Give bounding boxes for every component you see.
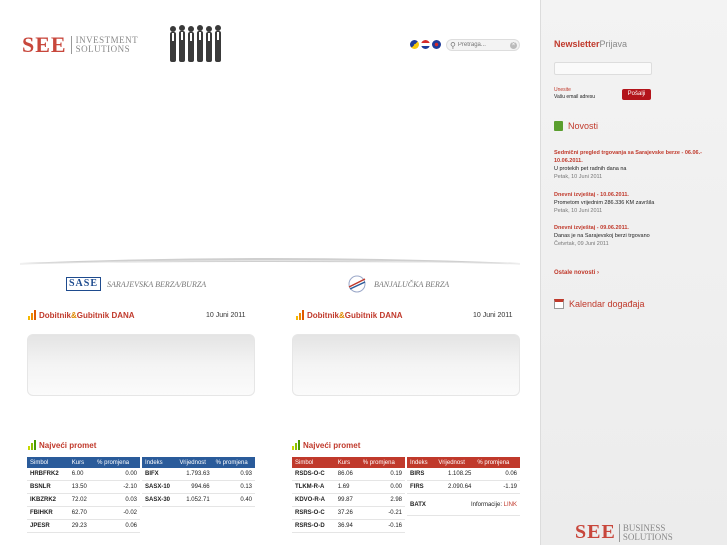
- logo-mark: SEE: [22, 32, 67, 57]
- calendar-icon: [554, 299, 564, 309]
- column-header[interactable]: % promjena: [474, 457, 520, 468]
- batx-link[interactable]: LINK: [504, 502, 517, 508]
- footer-logo-text: BUSINESS SOLUTIONS: [618, 523, 673, 542]
- newsletter-title: NewsletterPrijava: [554, 39, 628, 49]
- table-row[interactable]: TLKM-R-A 1.69 0.00: [292, 480, 405, 494]
- flag-bosnia-icon[interactable]: [410, 40, 419, 49]
- sa-stocks-table: Simbol Kurs % promjena HRBFRK2 6.00 0.00 B…: [27, 457, 140, 533]
- table-row[interactable]: HRBFRK2 6.00 0.00: [27, 468, 140, 481]
- sase-mark: SASE: [66, 277, 102, 291]
- newsletter-input-label: Unesite Vašu email adresu: [554, 87, 596, 100]
- news-book-icon: [554, 121, 563, 131]
- news-title: Novosti: [554, 121, 598, 131]
- team-photo: [170, 25, 221, 62]
- sa-indices-table: Indeks Vrijednost % promjena BIFX 1.793.6…: [142, 457, 255, 507]
- blse-logo[interactable]: BANJALUČKA BERZA: [346, 274, 449, 294]
- sase-name: SARAJEVSKA BERZA/BURZA: [107, 279, 207, 289]
- blse-name: BANJALUČKA BERZA: [374, 279, 450, 289]
- table-row[interactable]: SASX-30 1.052.71 0.40: [142, 493, 255, 507]
- table-row[interactable]: SASX-10 994.66 0.13: [142, 480, 255, 494]
- column-header[interactable]: Simbol: [27, 457, 69, 468]
- table-row[interactable]: RSDS-O-C 86.06 0.19: [292, 468, 405, 481]
- table-row[interactable]: BSNLR 13.50 -2.10: [27, 480, 140, 494]
- main-content: SEE INVESTMENT SOLUTIONS ⚲ ×: [0, 0, 540, 545]
- bl-indices-table: Indeks Vrijednost % promjena BIRS 1.108.2…: [407, 457, 520, 516]
- table-row[interactable]: BIFX 1.793.63 0.93: [142, 468, 255, 481]
- bl-winners-title: Dobitnik & Gubitnik DANA: [296, 310, 403, 320]
- column-header[interactable]: Indeks: [142, 457, 177, 468]
- bl-winners-box: [292, 334, 520, 396]
- newsletter-submit-button[interactable]: Pošalji: [622, 89, 651, 100]
- table-row[interactable]: BIRS 1.108.25 0.06: [407, 468, 520, 481]
- search-input[interactable]: [455, 42, 508, 48]
- batx-label[interactable]: BATX: [407, 493, 436, 516]
- site-logo[interactable]: SEE INVESTMENT SOLUTIONS: [22, 32, 138, 58]
- blse-mark-icon: [348, 275, 366, 293]
- sa-winners-box: [27, 334, 255, 396]
- flag-uk-icon[interactable]: [432, 40, 441, 49]
- bar-chart-icon: [28, 310, 36, 320]
- newsletter-email-input[interactable]: [554, 62, 652, 75]
- column-header[interactable]: Kurs: [68, 457, 95, 468]
- batx-info: Informacije: LINK: [435, 493, 520, 516]
- language-switcher: [410, 40, 441, 49]
- sa-panel-date: 10 Juni 2011: [206, 312, 246, 319]
- sa-turnover-title: Najveći promet: [28, 440, 96, 450]
- footer-logo-mark: SEE: [575, 521, 616, 543]
- column-header[interactable]: Kurs: [334, 457, 360, 468]
- column-header[interactable]: Indeks: [407, 457, 436, 468]
- divider-swoosh: [20, 258, 520, 265]
- footer-logo[interactable]: SEE BUSINESS SOLUTIONS: [575, 521, 673, 544]
- table-row[interactable]: KDVO-R-A 99.87 2.98: [292, 493, 405, 507]
- column-header[interactable]: Simbol: [292, 457, 335, 468]
- table-row[interactable]: JPESR 29.23 0.06: [27, 519, 140, 533]
- table-row[interactable]: BATX Informacije: LINK: [407, 493, 520, 516]
- bar-chart-green-icon: [28, 440, 36, 450]
- sase-logo[interactable]: SASE SARAJEVSKA BERZA/BURZA: [66, 277, 206, 291]
- logo-text: INVESTMENT SOLUTIONS: [70, 36, 139, 54]
- news-item[interactable]: Dnevni izvještaj - 10.06.2011. Prometom …: [554, 191, 724, 215]
- column-header[interactable]: % promjena: [94, 457, 140, 468]
- column-header[interactable]: % promjena: [359, 457, 405, 468]
- column-header[interactable]: % promjena: [212, 457, 255, 468]
- table-row[interactable]: FBIHKR 62.70 -0.02: [27, 506, 140, 520]
- column-header[interactable]: Vrijednost: [435, 457, 475, 468]
- bl-turnover-title: Najveći promet: [292, 440, 360, 450]
- bar-chart-icon: [296, 310, 304, 320]
- table-row[interactable]: IKBZRK2 72.02 0.03: [27, 493, 140, 507]
- table-row[interactable]: FIRS 2.090.64 -1.19: [407, 480, 520, 494]
- column-header[interactable]: Vrijednost: [176, 457, 213, 468]
- calendar-title: Kalendar događaja: [554, 299, 645, 309]
- bl-stocks-table: Simbol Kurs % promjena RSDS-O-C 86.06 0.19…: [292, 457, 405, 533]
- clear-search-icon[interactable]: ×: [510, 41, 517, 49]
- flag-croatia-icon[interactable]: [421, 40, 430, 49]
- search-box: ⚲ ×: [446, 39, 520, 51]
- bl-panel-date: 10 Juni 2011: [473, 312, 513, 319]
- bar-chart-green-icon: [292, 440, 300, 450]
- table-row[interactable]: RSRS-O-D 36.94 -0.16: [292, 519, 405, 533]
- table-row[interactable]: RSRS-O-C 37.26 -0.21: [292, 506, 405, 520]
- sa-winners-title: Dobitnik & Gubitnik DANA: [28, 310, 135, 320]
- news-item[interactable]: Sedmični pregled trgovanja sa Sarajevske…: [554, 149, 724, 181]
- news-item[interactable]: Dnevni izvještaj - 09.06.2011. Danas je …: [554, 224, 724, 248]
- more-news-link[interactable]: Ostale novosti ›: [554, 270, 599, 276]
